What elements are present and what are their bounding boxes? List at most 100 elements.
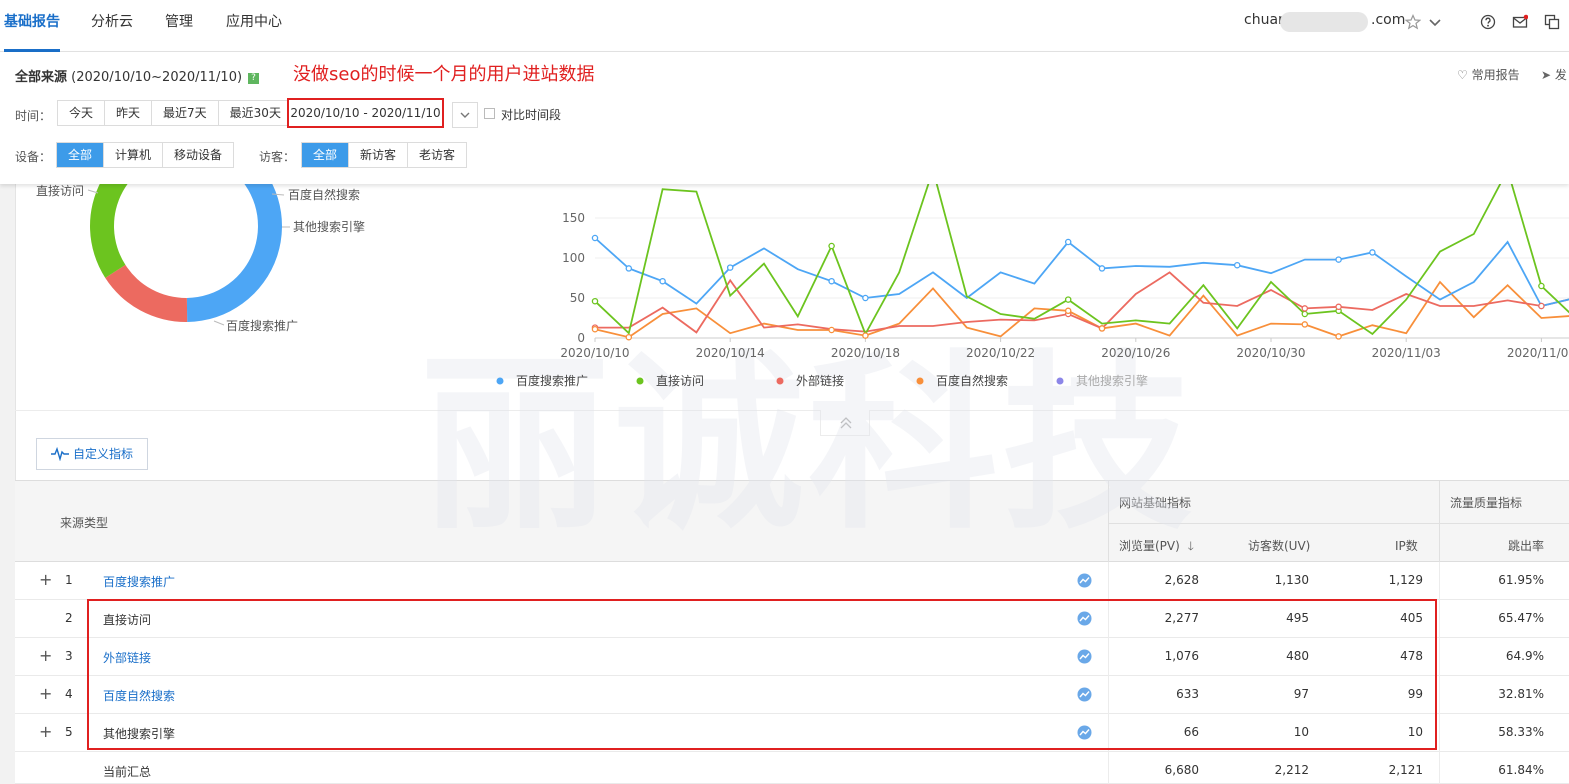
report-title-range: (2020/10/10~2020/11/10) bbox=[71, 70, 243, 85]
row-ip: 99 bbox=[1407, 687, 1423, 701]
column-divider bbox=[1439, 600, 1440, 638]
y-tick-label: 50 bbox=[570, 291, 585, 305]
time-last7-button[interactable]: 最近7天 bbox=[152, 101, 219, 125]
data-point bbox=[828, 242, 835, 250]
table-row: 2 直接访问 2,277 495 405 65.47% bbox=[15, 600, 1569, 638]
data-point bbox=[828, 277, 835, 285]
trend-chart-icon[interactable] bbox=[1077, 611, 1092, 626]
data-point bbox=[1098, 265, 1106, 272]
data-point bbox=[625, 333, 633, 341]
legend-marker bbox=[916, 377, 924, 385]
x-tick-label: 2020/10/26 bbox=[1101, 346, 1170, 360]
legend-label: 外部链接 bbox=[796, 373, 844, 388]
send-icon: ➤ bbox=[1541, 68, 1552, 82]
device-computer-button[interactable]: 计算机 bbox=[104, 143, 164, 167]
legend-marker bbox=[776, 377, 784, 385]
data-point bbox=[591, 325, 599, 333]
legend-label: 直接访问 bbox=[656, 373, 704, 388]
data-point bbox=[1538, 302, 1545, 310]
pie-label: 其他搜索引擎 bbox=[293, 219, 365, 234]
row-bounce-rate: 58.33% bbox=[1498, 725, 1544, 739]
row-pv: 633 bbox=[1176, 687, 1199, 701]
trend-chart-icon[interactable] bbox=[1077, 649, 1092, 664]
row-pv: 66 bbox=[1183, 725, 1199, 739]
column-divider bbox=[1439, 714, 1440, 752]
data-point bbox=[862, 294, 869, 302]
table-row: + 5 其他搜索引擎 66 10 10 58.33% bbox=[15, 714, 1569, 752]
pie-slice bbox=[105, 264, 188, 322]
data-point bbox=[1098, 325, 1106, 332]
time-yesterday-button[interactable]: 昨天 bbox=[105, 101, 153, 125]
time-last30-button[interactable]: 最近30天 bbox=[219, 101, 292, 125]
data-point bbox=[1335, 303, 1342, 311]
expand-row-icon[interactable]: + bbox=[39, 723, 52, 741]
row-index: 4 bbox=[65, 687, 73, 701]
header-uv[interactable]: 访客数(UV) bbox=[1248, 537, 1310, 554]
header-bounce-rate[interactable]: 跳出率 bbox=[1508, 537, 1544, 554]
visitor-returning-button[interactable]: 老访客 bbox=[408, 143, 466, 167]
pie-label: 直接访问 bbox=[36, 183, 84, 198]
row-ip: 10 bbox=[1407, 725, 1423, 739]
collapse-chart-button[interactable] bbox=[820, 410, 870, 436]
header-source-type: 来源类型 bbox=[60, 516, 109, 530]
header-pv[interactable]: 浏览量(PV) 🡓 bbox=[1119, 537, 1194, 558]
favorite-report-label: 常用报告 bbox=[1471, 68, 1520, 82]
total-bounce-rate: 61.84% bbox=[1498, 763, 1544, 777]
row-source-link[interactable]: 百度自然搜索 bbox=[103, 687, 175, 704]
data-point bbox=[726, 264, 734, 271]
header-ip[interactable]: IP数 bbox=[1395, 537, 1418, 554]
row-uv: 97 bbox=[1293, 687, 1309, 701]
legend-label: 百度搜索推广 bbox=[516, 373, 588, 388]
data-point bbox=[1064, 238, 1072, 246]
data-point bbox=[1301, 310, 1309, 318]
x-tick-label: 2020/10/30 bbox=[1236, 346, 1305, 360]
row-bounce-rate: 64.9% bbox=[1505, 649, 1544, 663]
date-range-dropdown[interactable] bbox=[452, 102, 478, 128]
row-source-link[interactable]: 外部链接 bbox=[103, 649, 151, 666]
favorite-report-link[interactable]: ♡ 常用报告 bbox=[1457, 66, 1520, 83]
x-tick-label: 2020/10/10 bbox=[560, 346, 629, 360]
series-line bbox=[595, 271, 1569, 334]
trend-chart-icon[interactable] bbox=[1077, 725, 1092, 740]
row-source-link[interactable]: 百度搜索推广 bbox=[103, 573, 175, 590]
sort-down-icon: 🡓 bbox=[1187, 539, 1194, 553]
table-total-row: 当前汇总 6,680 2,212 2,121 61.84% bbox=[15, 752, 1569, 784]
total-pv: 6,680 bbox=[1164, 763, 1199, 777]
time-today-button[interactable]: 今天 bbox=[58, 101, 106, 125]
expand-row-icon[interactable]: + bbox=[39, 685, 52, 703]
visitor-all-button[interactable]: 全部 bbox=[302, 143, 350, 167]
column-divider bbox=[1439, 752, 1440, 784]
device-mobile-button[interactable]: 移动设备 bbox=[163, 143, 233, 167]
compare-checkbox[interactable] bbox=[484, 108, 495, 119]
help-icon[interactable]: ? bbox=[248, 73, 260, 84]
visitor-label: 访客： bbox=[259, 150, 296, 164]
x-tick-label: 2020/11/07 bbox=[1507, 346, 1569, 360]
visitor-new-button[interactable]: 新访客 bbox=[349, 143, 409, 167]
header-divider bbox=[1108, 481, 1109, 563]
time-button-group: 今天 昨天 最近7天 最近30天 bbox=[57, 100, 293, 126]
row-bounce-rate: 61.95% bbox=[1498, 573, 1544, 587]
expand-row-icon[interactable]: + bbox=[39, 647, 52, 665]
header-pv-label: 浏览量(PV) bbox=[1119, 539, 1180, 553]
row-pv: 1,076 bbox=[1164, 649, 1199, 663]
date-range-picker[interactable]: 2020/10/10 - 2020/11/10 bbox=[287, 98, 444, 128]
trend-chart-icon[interactable] bbox=[1077, 687, 1092, 702]
total-ip: 2,121 bbox=[1388, 763, 1423, 777]
legend-marker bbox=[636, 377, 644, 385]
device-all-button[interactable]: 全部 bbox=[57, 143, 105, 167]
report-title: 全部来源 (2020/10/10~2020/11/10)? bbox=[15, 66, 260, 85]
custom-metrics-button[interactable]: 自定义指标 bbox=[36, 438, 148, 470]
device-label: 设备： bbox=[15, 150, 52, 164]
data-point bbox=[591, 297, 599, 305]
pie-leader-line bbox=[213, 320, 225, 326]
row-source: 直接访问 bbox=[103, 613, 152, 627]
row-ip: 1,129 bbox=[1388, 573, 1423, 587]
x-tick-label: 2020/10/14 bbox=[696, 346, 765, 360]
table-row: + 4 百度自然搜索 633 97 99 32.81% bbox=[15, 676, 1569, 714]
pie-label: 百度搜索推广 bbox=[226, 318, 298, 333]
legend-label: 其他搜索引擎 bbox=[1076, 373, 1148, 388]
trend-chart-icon[interactable] bbox=[1077, 573, 1092, 588]
row-index: 5 bbox=[65, 725, 73, 739]
send-report-link[interactable]: ➤ 发 bbox=[1541, 66, 1567, 83]
expand-row-icon[interactable]: + bbox=[39, 571, 52, 589]
